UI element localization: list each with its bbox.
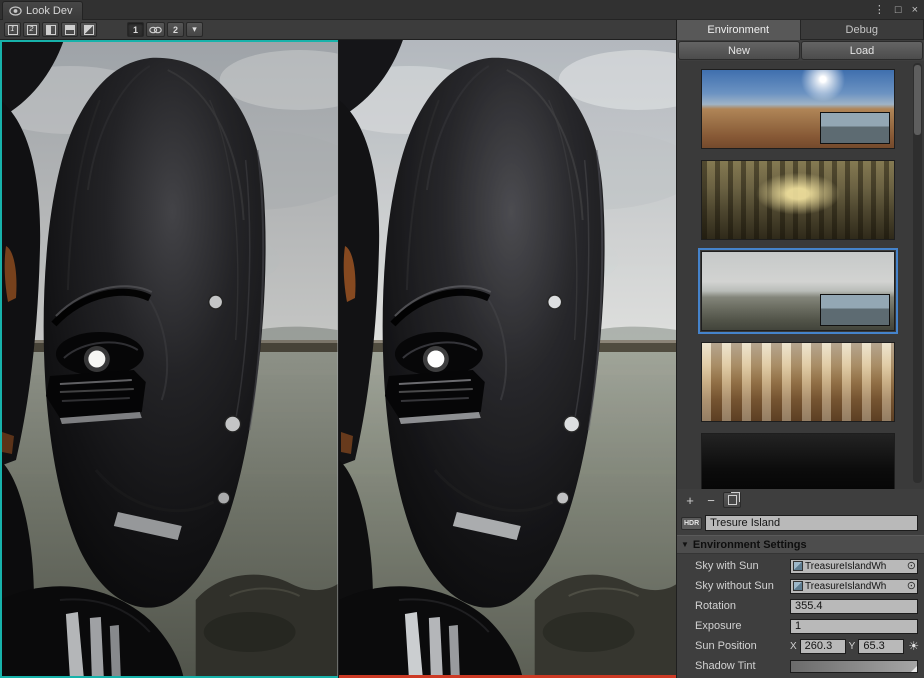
viewport-environment-2[interactable] — [338, 40, 677, 678]
section-title: Environment Settings — [693, 539, 807, 551]
viewport-environment-1[interactable] — [0, 40, 338, 678]
hdri-desert-sun[interactable] — [701, 69, 895, 149]
layout-zone-button[interactable] — [80, 22, 97, 37]
shadow-tint-label: Shadow Tint — [695, 660, 787, 672]
duplicate-environment-button[interactable] — [723, 492, 741, 508]
view-options-dropdown[interactable]: ▾ — [186, 22, 203, 37]
layout-single-2-button[interactable]: 2 — [23, 22, 40, 37]
environment-actions: New Load — [677, 40, 924, 61]
environment-2-label: 2 — [173, 25, 178, 35]
setting-row-sky-without-sun: Sky without Sun TreasureIslandWh ⊙ — [677, 576, 924, 596]
look-dev-window: Look Dev ⋮ □ × 1 2 1 — [0, 0, 924, 678]
y-axis-label: Y — [849, 641, 856, 652]
cubemap-thumbnail-icon — [793, 581, 803, 591]
tab-debug[interactable]: Debug — [801, 20, 924, 40]
hdr-name-row: HDR — [677, 511, 924, 535]
maximize-icon[interactable]: □ — [895, 2, 902, 18]
look-dev-tab[interactable]: Look Dev — [2, 1, 83, 20]
environment-1-label: 1 — [133, 25, 138, 35]
tab-environment[interactable]: Environment — [677, 20, 801, 40]
environment-panel: Environment Debug New Load + − HDR ▼ Env… — [676, 20, 924, 678]
sky-without-sun-object-field[interactable]: TreasureIslandWh ⊙ — [790, 579, 918, 594]
hdri-list-controls: + − — [677, 489, 924, 511]
hdri-list — [677, 61, 924, 489]
link-environments-button[interactable] — [146, 22, 165, 37]
settings-rows: Sky with Sun TreasureIslandWh ⊙ Sky with… — [677, 554, 924, 676]
preview-inset — [820, 294, 890, 326]
layout-single-1-button[interactable]: 1 — [4, 22, 21, 37]
window-controls: ⋮ □ × — [874, 2, 918, 18]
sky-without-sun-label: Sky without Sun — [695, 580, 787, 592]
shadow-tint-swatch[interactable] — [790, 660, 918, 673]
scrollbar[interactable] — [913, 63, 922, 483]
layout-side-by-side-button[interactable] — [42, 22, 59, 37]
rotation-label: Rotation — [695, 600, 787, 612]
viewport — [0, 40, 676, 678]
side-by-side-icon — [46, 25, 56, 35]
single-view-2-icon: 2 — [27, 25, 37, 35]
sun-icon[interactable]: ☀ — [908, 639, 919, 653]
add-environment-button[interactable]: + — [681, 492, 699, 508]
close-icon[interactable]: × — [912, 2, 918, 18]
exposure-label: Exposure — [695, 620, 787, 632]
menu-icon[interactable]: ⋮ — [874, 2, 885, 18]
setting-row-rotation: Rotation — [677, 596, 924, 616]
sky-with-sun-label: Sky with Sun — [695, 560, 787, 572]
duplicate-icon — [728, 495, 737, 505]
object-picker-icon[interactable]: ⊙ — [907, 561, 916, 572]
viewport-toolbar: 1 2 1 2 ▾ — [0, 20, 676, 40]
hdri-treasure-island[interactable] — [701, 251, 895, 331]
panel-tabs: Environment Debug — [677, 20, 924, 40]
hdri-dark[interactable] — [701, 433, 895, 489]
load-button[interactable]: Load — [801, 41, 923, 60]
setting-row-exposure: Exposure — [677, 616, 924, 636]
environment-2-button[interactable]: 2 — [167, 22, 184, 37]
preview-inset — [820, 112, 890, 144]
titlebar: Look Dev ⋮ □ × — [0, 0, 924, 20]
eye-icon — [9, 6, 22, 16]
link-icon — [149, 26, 162, 34]
x-axis-label: X — [790, 641, 797, 652]
layout-split-screen-button[interactable] — [61, 22, 78, 37]
hdr-badge: HDR — [681, 517, 702, 530]
rotation-input[interactable] — [790, 599, 918, 614]
single-view-1-icon: 1 — [8, 25, 18, 35]
sun-position-x-input[interactable] — [800, 639, 846, 654]
environment-1-button[interactable]: 1 — [127, 22, 144, 37]
sky-with-sun-value: TreasureIslandWh — [805, 561, 905, 572]
window-tab-title: Look Dev — [26, 5, 72, 17]
new-button[interactable]: New — [678, 41, 800, 60]
scrollbar-thumb[interactable] — [914, 65, 921, 135]
chevron-down-icon: ▾ — [192, 24, 197, 35]
setting-row-sun-position: Sun Position X Y ☀ — [677, 636, 924, 656]
sun-position-label: Sun Position — [695, 640, 787, 652]
setting-row-sky-with-sun: Sky with Sun TreasureIslandWh ⊙ — [677, 556, 924, 576]
object-picker-icon[interactable]: ⊙ — [907, 581, 916, 592]
environment-settings-header[interactable]: ▼ Environment Settings — [677, 535, 924, 554]
cubemap-thumbnail-icon — [793, 561, 803, 571]
split-screen-icon — [65, 25, 75, 35]
zone-split-icon — [84, 25, 94, 35]
remove-environment-button[interactable]: − — [702, 492, 720, 508]
foldout-icon: ▼ — [681, 540, 689, 549]
sun-position-y-input[interactable] — [858, 639, 904, 654]
hdri-forest[interactable] — [701, 160, 895, 240]
setting-row-shadow-tint: Shadow Tint — [677, 656, 924, 676]
environment-name-input[interactable] — [705, 515, 918, 531]
exposure-input[interactable] — [790, 619, 918, 634]
sky-with-sun-object-field[interactable]: TreasureIslandWh ⊙ — [790, 559, 918, 574]
hdri-church-interior[interactable] — [701, 342, 895, 422]
sky-without-sun-value: TreasureIslandWh — [805, 581, 905, 592]
